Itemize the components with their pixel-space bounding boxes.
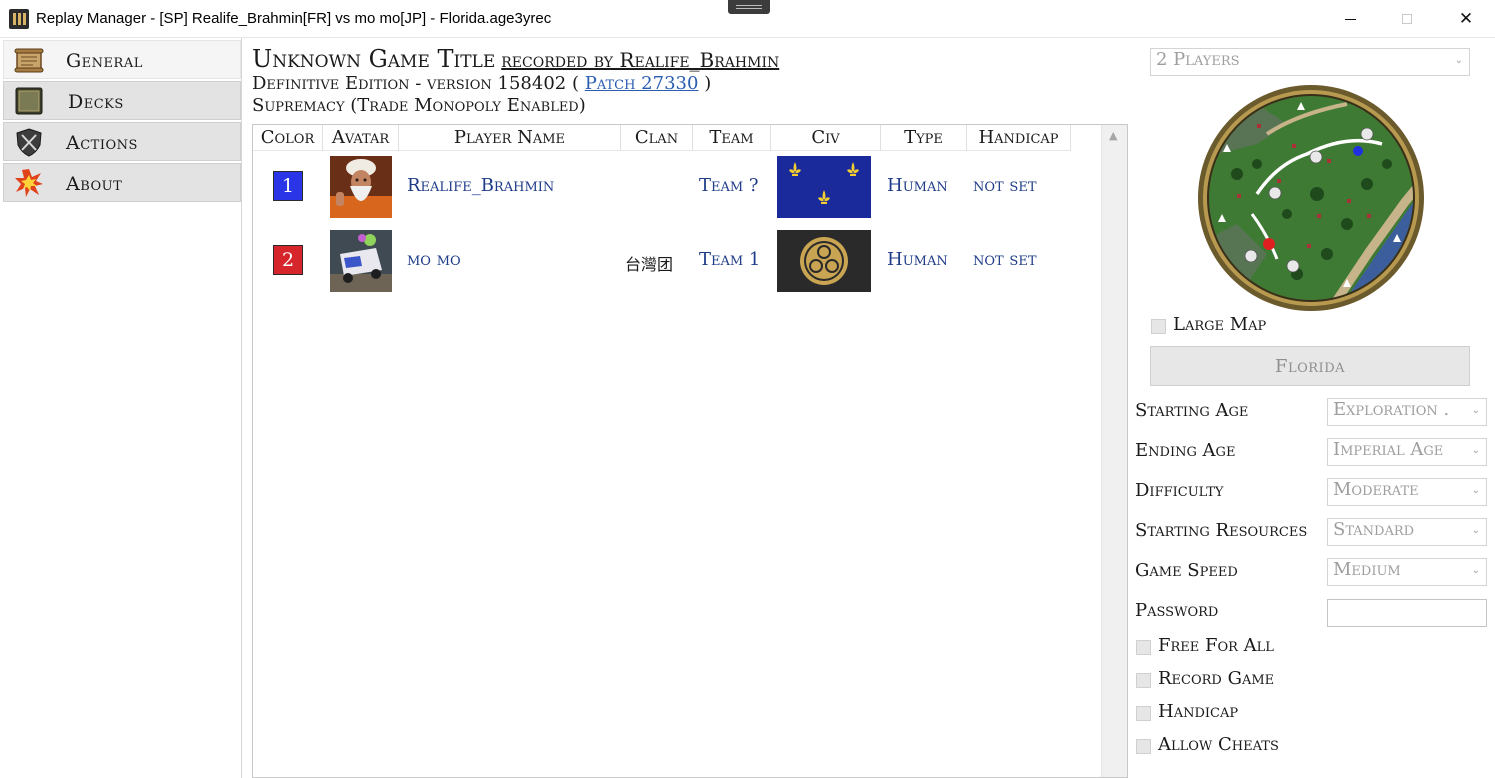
column-header-civ[interactable]: Civ (771, 125, 881, 151)
starting-resources-select[interactable]: Standard ⌄ (1327, 518, 1487, 546)
minimize-icon (1344, 18, 1356, 20)
title-bar: Replay Manager - [SP] Realife_Brahmin[FR… (0, 0, 1495, 38)
sidebar-item-actions[interactable]: Actions (3, 122, 241, 161)
free-for-all-checkbox[interactable] (1136, 640, 1151, 655)
sidebar-item-label: About (66, 173, 123, 195)
window-title: Replay Manager - [SP] Realife_Brahmin[FR… (36, 10, 552, 27)
edition-suffix: ) (704, 73, 712, 94)
chevron-down-icon: ⌄ (1471, 485, 1480, 496)
player-table: Color Avatar Player Name Clan Team Civ T… (252, 124, 1128, 778)
chevron-down-icon: ⌄ (1454, 55, 1463, 66)
difficulty-select[interactable]: Moderate ⌄ (1327, 478, 1487, 506)
player-name: Realife_Brahmin (407, 175, 555, 196)
setting-label-difficulty: Difficulty (1135, 480, 1224, 501)
players-count-select[interactable]: 2 Players ⌄ (1150, 48, 1470, 76)
patch-link[interactable]: Patch 27330 (585, 73, 699, 94)
minimize-button[interactable] (1327, 0, 1373, 38)
player-type: Human (887, 249, 948, 270)
column-header-color[interactable]: Color (253, 125, 323, 151)
chevron-down-icon: ⌄ (1471, 405, 1480, 416)
close-icon: ✕ (1458, 9, 1474, 29)
maximize-button[interactable] (1384, 0, 1430, 38)
column-header-type[interactable]: Type (881, 125, 967, 151)
sidebar-item-decks[interactable]: Decks (3, 81, 241, 120)
setting-label-starting-age: Starting Age (1135, 400, 1249, 421)
chevron-down-icon: ⌄ (1471, 565, 1480, 576)
record-game-label: Record Game (1158, 668, 1275, 689)
sidebar-item-label: General (66, 50, 143, 72)
sidebar-item-general[interactable]: General (3, 40, 241, 79)
record-game-checkbox[interactable] (1136, 673, 1151, 688)
japan-mon-flag (777, 230, 871, 292)
setting-label-game-speed: Game Speed (1135, 560, 1238, 581)
setting-label-starting-resources: Starting Resources (1135, 520, 1308, 541)
handicap-checkbox[interactable] (1136, 706, 1151, 721)
allow-cheats-label: Allow Cheats (1158, 734, 1279, 755)
large-map-checkbox[interactable] (1151, 319, 1166, 334)
column-header-player-name[interactable]: Player Name (399, 125, 621, 151)
scroll-up-icon[interactable]: ▲ (1109, 129, 1117, 142)
drag-handle[interactable] (728, 0, 770, 14)
password-label: Password (1135, 600, 1219, 621)
player-team: Team ? (699, 175, 759, 196)
password-input[interactable] (1327, 599, 1487, 627)
starting-age-value: Exploration . (1333, 399, 1450, 420)
difficulty-value: Moderate (1333, 479, 1419, 500)
player-type: Human (887, 175, 948, 196)
players-count-value: 2 Players (1156, 49, 1240, 70)
sidebar-item-about[interactable]: About (3, 163, 241, 202)
game-mode: Supremacy (Trade Monopoly Enabled) (252, 95, 586, 116)
table-scrollbar[interactable]: ▲ (1101, 125, 1127, 777)
player-team: Team 1 (699, 249, 761, 270)
player-color-box: 1 (273, 171, 303, 201)
sidebar-item-label: Decks (68, 91, 124, 113)
column-header-team[interactable]: Team (693, 125, 771, 151)
player-name: mo mo (407, 249, 461, 270)
edition-text: Definitive Edition - version 158402 ( (252, 73, 579, 94)
game-speed-select[interactable]: Medium ⌄ (1327, 558, 1487, 586)
crossed-swords-shield-icon (16, 128, 42, 157)
starting-age-select[interactable]: Exploration . ⌄ (1327, 398, 1487, 426)
sidebar-item-label: Actions (66, 132, 138, 154)
free-for-all-label: Free For All (1158, 635, 1274, 656)
ending-age-value: Imperial Age (1333, 439, 1444, 460)
minimap (1198, 85, 1424, 311)
column-header-clan[interactable]: Clan (621, 125, 693, 151)
sidebar: General Decks Actions About (0, 38, 242, 778)
chevron-down-icon: ⌄ (1471, 445, 1480, 456)
handicap-label: Handicap (1158, 701, 1239, 722)
player-color-box: 2 (273, 245, 303, 275)
page-title: Unknown Game Title recorded by Realife_Br… (252, 45, 779, 73)
chevron-down-icon: ⌄ (1471, 525, 1480, 536)
edition-line: Definitive Edition - version 158402 ( Pa… (252, 73, 711, 94)
player-handicap: not set (973, 249, 1037, 270)
allow-cheats-checkbox[interactable] (1136, 739, 1151, 754)
column-header-handicap[interactable]: Handicap (967, 125, 1071, 151)
setting-label-ending-age: Ending Age (1135, 440, 1236, 461)
close-button[interactable]: ✕ (1443, 0, 1489, 38)
player-avatar (330, 230, 392, 292)
starting-resources-value: Standard (1333, 519, 1415, 540)
map-select-button[interactable]: Florida (1150, 346, 1470, 386)
maximize-icon (1402, 14, 1412, 24)
explosion-icon (15, 169, 43, 197)
scroll-icon (14, 48, 44, 73)
france-fleur-de-lis-flag (777, 156, 871, 218)
column-header-avatar[interactable]: Avatar (323, 125, 399, 151)
app-columns-icon (9, 9, 29, 29)
player-avatar (330, 156, 392, 218)
player-clan: 台灣团 (625, 255, 674, 274)
deck-card-icon (15, 87, 43, 115)
player-handicap: not set (973, 175, 1037, 196)
table-row[interactable]: 1 Realife_Brahmin Team ? Human not set (253, 153, 1101, 219)
table-row[interactable]: 2 mo mo 台灣团 Team 1 Human not set (253, 227, 1101, 293)
ending-age-select[interactable]: Imperial Age ⌄ (1327, 438, 1487, 466)
recorded-by: recorded by Realife_Brahmin (501, 48, 780, 72)
game-speed-value: Medium (1333, 559, 1401, 580)
game-title: Unknown Game Title (252, 45, 496, 73)
large-map-label: Large Map (1173, 314, 1267, 335)
